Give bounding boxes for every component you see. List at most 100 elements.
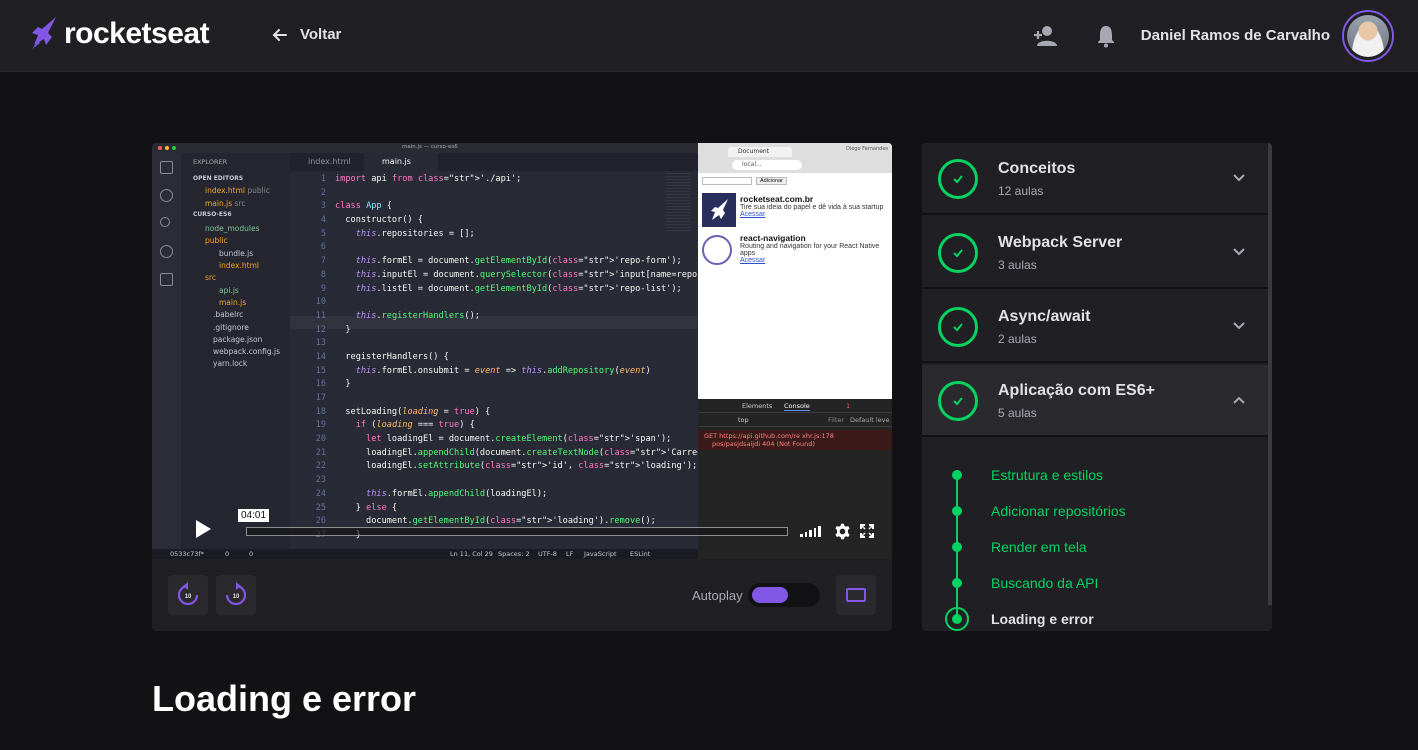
sidebar-scrollbar[interactable] bbox=[1268, 143, 1272, 605]
tree-item: api.js bbox=[219, 286, 239, 295]
tree-item: .babelrc bbox=[213, 310, 244, 319]
tree-item: webpack.config.js bbox=[213, 347, 281, 356]
tree-item: bundle.js bbox=[219, 249, 254, 258]
volume-icon[interactable] bbox=[800, 525, 824, 537]
rewind-icon: 10 bbox=[177, 582, 199, 606]
module-conceitos[interactable]: Conceitos 12 aulas bbox=[922, 143, 1268, 215]
user-name[interactable]: Daniel Ramos de Carvalho bbox=[1141, 27, 1330, 44]
lesson-item[interactable]: Estrutura e estilos bbox=[922, 460, 1268, 490]
line-number: 11 bbox=[315, 310, 326, 321]
project-label: CURSO-ES6 bbox=[193, 211, 232, 218]
code-line: this.formEl = document.getElementById(cl… bbox=[355, 256, 682, 267]
video-controls: 04:01 bbox=[160, 509, 884, 549]
play-button[interactable] bbox=[184, 513, 220, 545]
completed-check-icon bbox=[938, 307, 978, 347]
activity-bar bbox=[152, 153, 181, 549]
browser-chrome: Document Diego Fernandes local... bbox=[698, 143, 892, 173]
open-file: main.js src bbox=[205, 199, 246, 208]
fullscreen-icon[interactable] bbox=[860, 524, 874, 538]
search-icon bbox=[160, 189, 173, 202]
completed-check-icon bbox=[938, 159, 978, 199]
rocket-icon bbox=[32, 17, 56, 49]
files-icon bbox=[160, 161, 173, 174]
module-webpack-server[interactable]: Webpack Server 3 aulas bbox=[922, 217, 1268, 289]
lesson-status-dot bbox=[952, 578, 962, 588]
module-aplicacao-es6[interactable]: Aplicação com ES6+ 5 aulas bbox=[922, 365, 1268, 437]
window-dots bbox=[158, 146, 176, 150]
code-line: class App { bbox=[335, 201, 392, 212]
line-number: 7 bbox=[320, 256, 326, 267]
lesson-list: Estrutura e estilos Adicionar repositóri… bbox=[922, 437, 1268, 631]
code-line: let loadingEl = document.createElement(c… bbox=[366, 434, 672, 445]
tree-item: src bbox=[205, 273, 216, 282]
tree-item: node_modules bbox=[205, 224, 260, 233]
top-header: rocketseat Voltar Daniel Ramos de Carval… bbox=[0, 0, 1418, 72]
current-lesson-indicator bbox=[945, 607, 969, 631]
line-number: 13 bbox=[315, 338, 326, 349]
editor-tab-active: main.js bbox=[364, 153, 438, 171]
code-line: constructor() { bbox=[335, 215, 423, 226]
rewind-10-button[interactable]: 10 bbox=[168, 575, 208, 615]
tree-item: main.js bbox=[219, 298, 247, 307]
back-button[interactable]: Voltar bbox=[272, 26, 341, 43]
line-number: 14 bbox=[315, 351, 326, 362]
module-async-await[interactable]: Async/await 2 aulas bbox=[922, 291, 1268, 363]
line-number: 15 bbox=[315, 365, 326, 376]
line-number: 20 bbox=[315, 434, 326, 445]
autoplay-toggle[interactable] bbox=[748, 583, 820, 607]
theater-mode-button[interactable] bbox=[836, 575, 876, 615]
editor-tabs: index.html main.js bbox=[290, 153, 698, 171]
tree-item: package.json bbox=[213, 335, 263, 344]
lesson-title: Render em tela bbox=[991, 539, 1087, 555]
course-modules-sidebar: Conceitos 12 aulas Webpack Server 3 aula… bbox=[922, 143, 1272, 631]
git-icon bbox=[160, 217, 170, 227]
seek-bar[interactable] bbox=[246, 527, 788, 536]
video-frame[interactable]: main.js — curso-es6 EXPLORER OPEN EDITOR… bbox=[152, 143, 892, 559]
line-number: 2 bbox=[320, 187, 326, 198]
chevron-up-icon bbox=[1233, 396, 1245, 404]
lesson-item-current[interactable]: Loading e error bbox=[922, 604, 1268, 631]
code-line: import api from class="str">'./api'; bbox=[335, 174, 522, 184]
bell-icon[interactable] bbox=[1096, 24, 1116, 48]
forward-10-button[interactable]: 10 bbox=[216, 575, 256, 615]
lesson-item[interactable]: Render em tela bbox=[922, 532, 1268, 562]
extensions-icon bbox=[160, 273, 173, 286]
avatar[interactable] bbox=[1342, 10, 1394, 62]
rocketseat-logo[interactable]: rocketseat bbox=[28, 15, 210, 53]
forward-icon: 10 bbox=[225, 582, 247, 606]
line-number: 1 bbox=[320, 174, 326, 184]
lesson-title: Loading e error bbox=[991, 611, 1094, 627]
line-number: 5 bbox=[320, 228, 326, 239]
browser-user: Diego Fernandes bbox=[845, 146, 888, 152]
code-content: import api from class="str">'./api'; cla… bbox=[335, 173, 713, 543]
add-user-icon[interactable] bbox=[1032, 24, 1058, 48]
errors-count: 0 bbox=[225, 550, 230, 558]
chevron-down-icon bbox=[1233, 174, 1245, 182]
lesson-status-dot bbox=[952, 470, 962, 480]
code-line: registerHandlers() { bbox=[335, 351, 449, 362]
line-number: 10 bbox=[315, 297, 326, 308]
line-number: 23 bbox=[315, 475, 326, 486]
console-error: GET https://api.github.com/re xhr.js:178… bbox=[698, 430, 892, 450]
settings-gear-icon[interactable] bbox=[834, 523, 851, 540]
lesson-item[interactable]: Buscando da API bbox=[922, 568, 1268, 598]
code-line: } bbox=[335, 324, 351, 335]
line-number: 19 bbox=[315, 420, 326, 431]
player-toolbar: 10 10 Autoplay bbox=[152, 559, 892, 631]
repo-input bbox=[702, 177, 752, 185]
tree-item: yarn.lock bbox=[213, 359, 248, 368]
lesson-title: Adicionar repositórios bbox=[991, 503, 1126, 519]
code-line: loadingEl.appendChild(document.createTex… bbox=[335, 447, 713, 458]
chevron-down-icon bbox=[1233, 322, 1245, 330]
minimap bbox=[666, 173, 690, 233]
line-number: 21 bbox=[315, 447, 326, 458]
lesson-heading: Loading e error bbox=[152, 678, 417, 719]
module-title: Webpack Server bbox=[998, 234, 1123, 251]
lesson-status-dot bbox=[952, 542, 962, 552]
lesson-item[interactable]: Adicionar repositórios bbox=[922, 496, 1268, 526]
line-number: 24 bbox=[315, 488, 326, 499]
autoplay-toggle-knob bbox=[752, 587, 788, 603]
